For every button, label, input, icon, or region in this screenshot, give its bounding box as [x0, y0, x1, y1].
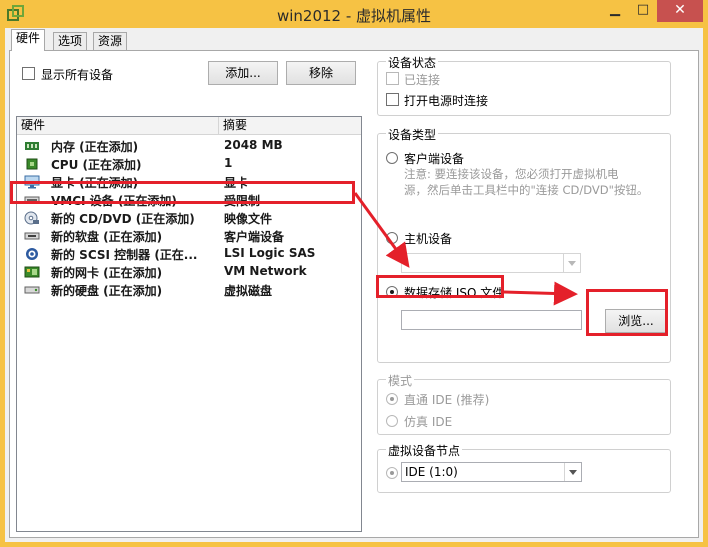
arrow-to-datastore	[353, 192, 410, 268]
annotation-arrows	[353, 192, 578, 306]
tab-hardware[interactable]: 硬件	[11, 29, 46, 51]
arrow-to-browse	[503, 281, 578, 306]
